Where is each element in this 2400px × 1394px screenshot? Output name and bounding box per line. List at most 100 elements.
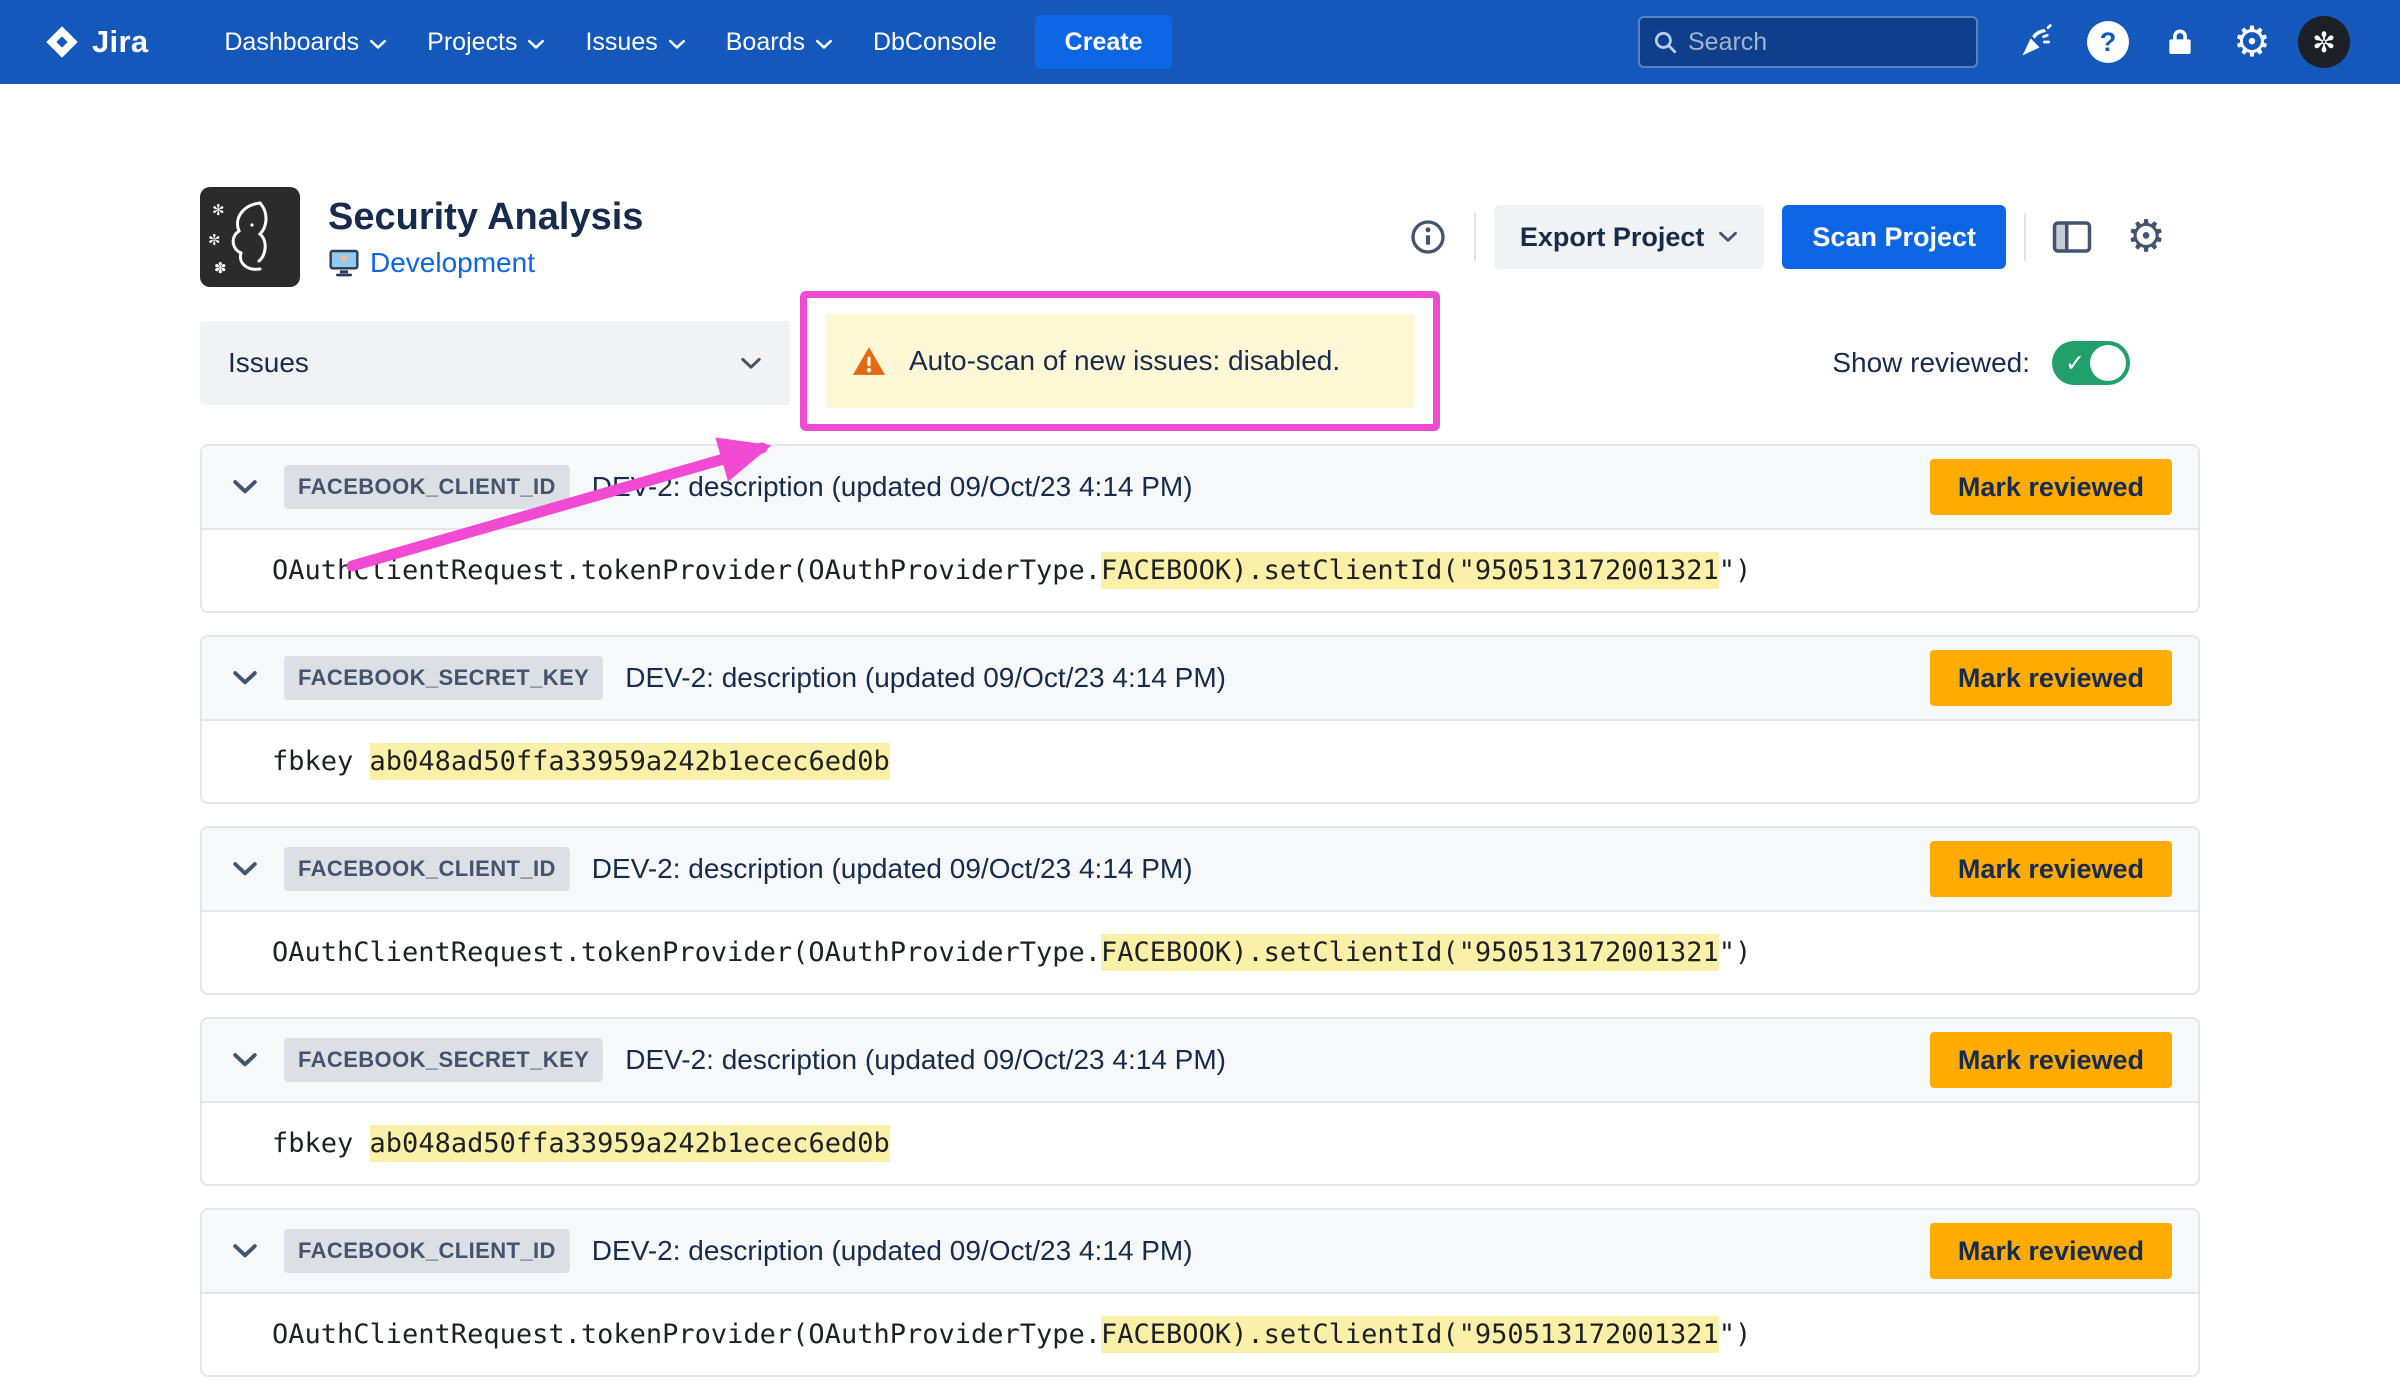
code-plain: ") [1719, 1319, 1752, 1350]
global-search[interactable] [1638, 16, 1978, 68]
nav-item-boards[interactable]: Boards [706, 0, 853, 84]
svg-text:✻: ✻ [212, 201, 225, 219]
issue-card: FACEBOOK_CLIENT_ID DEV-2: description (u… [200, 1208, 2200, 1377]
settings-button[interactable]: ⚙ [2216, 0, 2288, 84]
code-plain: ") [1719, 555, 1752, 586]
search-input[interactable] [1688, 28, 1964, 57]
create-button[interactable]: Create [1035, 15, 1173, 69]
project-category-row: Development [328, 247, 643, 279]
user-avatar-button[interactable]: ✼ [2288, 0, 2360, 84]
show-reviewed-label: Show reviewed: [1832, 347, 2030, 379]
issue-type-badge: FACEBOOK_CLIENT_ID [284, 465, 570, 509]
collapse-toggle-button[interactable] [228, 1052, 262, 1068]
auto-scan-warning: Auto-scan of new issues: disabled. [825, 314, 1415, 408]
nav-item-projects[interactable]: Projects [407, 0, 565, 84]
chevron-down-icon [668, 39, 686, 50]
nav-item-dashboards[interactable]: Dashboards [204, 0, 407, 84]
monitor-icon [328, 248, 360, 278]
toggle-knob [2090, 345, 2126, 381]
chevron-down-icon [232, 861, 258, 877]
chevron-down-icon [815, 39, 833, 50]
info-icon [1408, 217, 1448, 257]
code-highlight: ab048ad50ffa33959a242b1ecec6ed0b [370, 743, 890, 780]
warning-message: Auto-scan of new issues: disabled. [909, 345, 1340, 377]
show-reviewed-toggle[interactable]: ✓ [2052, 341, 2130, 385]
check-icon: ✓ [2065, 349, 2085, 377]
project-settings-button[interactable]: ⚙ [2118, 209, 2174, 265]
issues-filter-dropdown[interactable]: Issues [200, 321, 790, 405]
code-plain: fbkey [272, 1128, 370, 1159]
export-project-label: Export Project [1520, 222, 1705, 253]
code-plain: ") [1719, 937, 1752, 968]
chevron-down-icon [232, 1243, 258, 1259]
project-header: ✻ ✼ ✽ Security Analysis Development [200, 187, 2200, 287]
code-plain: OAuthClientRequest.tokenProvider(OAuthPr… [272, 555, 1101, 586]
brand-name: Jira [92, 24, 148, 60]
collapse-toggle-button[interactable] [228, 1243, 262, 1259]
issue-card: FACEBOOK_SECRET_KEY DEV-2: description (… [200, 1017, 2200, 1186]
export-project-button[interactable]: Export Project [1494, 205, 1765, 269]
code-highlight: FACEBOOK).setClientId("950513172001321 [1101, 934, 1719, 971]
header-actions: Export Project Scan Project ⚙ [1400, 205, 2174, 269]
issue-title: DEV-2: description (updated 09/Oct/23 4:… [592, 471, 1193, 503]
question-icon: ? [2087, 21, 2129, 63]
issue-type-badge: FACEBOOK_SECRET_KEY [284, 1038, 603, 1082]
svg-text:✼: ✼ [208, 231, 221, 249]
nav-item-issues[interactable]: Issues [565, 0, 705, 84]
lock-icon [2164, 25, 2196, 59]
scan-project-button[interactable]: Scan Project [1782, 205, 2006, 269]
announcement-button[interactable] [2000, 0, 2072, 84]
issue-title: DEV-2: description (updated 09/Oct/23 4:… [625, 662, 1226, 694]
jira-brand[interactable]: Jira [44, 24, 148, 60]
mark-reviewed-button[interactable]: Mark reviewed [1930, 1032, 2172, 1088]
issue-title: DEV-2: description (updated 09/Oct/23 4:… [625, 1044, 1226, 1076]
chevron-down-icon [232, 479, 258, 495]
chevron-down-icon [740, 357, 762, 370]
mark-reviewed-button[interactable]: Mark reviewed [1930, 459, 2172, 515]
divider [1474, 213, 1476, 261]
code-plain: OAuthClientRequest.tokenProvider(OAuthPr… [272, 937, 1101, 968]
layout-view-button[interactable] [2044, 209, 2100, 265]
top-nav: Jira Dashboards Projects Issues Boards D… [0, 0, 2400, 84]
warning-icon [851, 345, 887, 377]
code-highlight: FACEBOOK).setClientId("950513172001321 [1101, 1316, 1719, 1353]
issue-card: FACEBOOK_CLIENT_ID DEV-2: description (u… [200, 444, 2200, 613]
issue-code-snippet: OAuthClientRequest.tokenProvider(OAuthPr… [202, 912, 2198, 993]
collapse-toggle-button[interactable] [228, 670, 262, 686]
issue-title: DEV-2: description (updated 09/Oct/23 4:… [592, 1235, 1193, 1267]
project-category-link[interactable]: Development [370, 247, 535, 279]
nav-item-label: Dashboards [224, 28, 359, 57]
page-title: Security Analysis [328, 196, 643, 239]
code-plain: fbkey [272, 746, 370, 777]
mark-reviewed-button[interactable]: Mark reviewed [1930, 841, 2172, 897]
gear-icon: ⚙ [2126, 215, 2165, 259]
collapse-toggle-button[interactable] [228, 479, 262, 495]
issue-type-badge: FACEBOOK_CLIENT_ID [284, 847, 570, 891]
mark-reviewed-button[interactable]: Mark reviewed [1930, 1223, 2172, 1279]
issue-code-snippet: OAuthClientRequest.tokenProvider(OAuthPr… [202, 530, 2198, 611]
mark-reviewed-button[interactable]: Mark reviewed [1930, 650, 2172, 706]
security-button[interactable] [2144, 0, 2216, 84]
issue-card-header: FACEBOOK_SECRET_KEY DEV-2: description (… [202, 637, 2198, 721]
collapse-toggle-button[interactable] [228, 861, 262, 877]
chevron-down-icon [1718, 231, 1738, 243]
info-button[interactable] [1400, 209, 1456, 265]
issue-card-header: FACEBOOK_CLIENT_ID DEV-2: description (u… [202, 1210, 2198, 1294]
annotation-highlight-box: Auto-scan of new issues: disabled. [800, 291, 1440, 431]
issue-card: FACEBOOK_SECRET_KEY DEV-2: description (… [200, 635, 2200, 804]
issue-title: DEV-2: description (updated 09/Oct/23 4:… [592, 853, 1193, 885]
help-button[interactable]: ? [2072, 0, 2144, 84]
nav-item-dbconsole[interactable]: DbConsole [853, 0, 1017, 84]
code-highlight: ab048ad50ffa33959a242b1ecec6ed0b [370, 1125, 890, 1162]
sidebar-layout-icon [2051, 219, 2093, 255]
issue-card: FACEBOOK_CLIENT_ID DEV-2: description (u… [200, 826, 2200, 995]
avatar: ✼ [2298, 16, 2350, 68]
project-info: Security Analysis Development [328, 196, 643, 279]
divider [2024, 213, 2026, 261]
jira-logo-icon [44, 24, 80, 60]
issues-filter-value: Issues [228, 347, 309, 379]
gear-icon: ⚙ [2233, 21, 2271, 63]
nav-item-label: DbConsole [873, 28, 997, 57]
chevron-down-icon [232, 1052, 258, 1068]
search-icon [1652, 29, 1678, 55]
